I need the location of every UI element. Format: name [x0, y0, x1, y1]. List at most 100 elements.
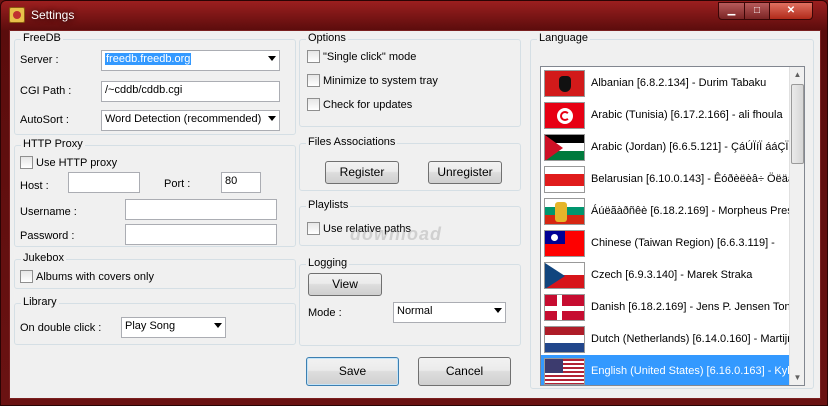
freedb-group: FreeDB Server : freedb.freedb.org CGI Pa… — [14, 32, 296, 135]
checkbox-box — [307, 222, 320, 235]
language-item[interactable]: Áúëãàðñêè [6.18.2.169] - Morpheus Presc — [541, 195, 798, 227]
double-click-value: Play Song — [125, 320, 176, 332]
host-label: Host : — [20, 180, 49, 192]
autosort-value: Word Detection (recommended) — [105, 113, 262, 125]
language-item-label: Czech [6.9.3.140] - Marek Straka — [591, 269, 753, 281]
view-log-button[interactable]: View — [308, 273, 382, 296]
single-click-mode-checkbox[interactable]: "Single click" mode — [307, 50, 416, 63]
options-group: Options "Single click" mode Minimize to … — [299, 32, 521, 127]
language-item[interactable]: Czech [6.9.3.140] - Marek Straka — [541, 259, 791, 291]
language-item[interactable]: Chinese (Taiwan Region) [6.6.3.119] - — [541, 227, 791, 259]
username-input[interactable] — [125, 199, 277, 220]
port-label: Port : — [164, 178, 191, 190]
minimize-to-tray-checkbox[interactable]: Minimize to system tray — [307, 74, 438, 87]
checkbox-box — [307, 74, 320, 87]
cancel-button[interactable]: Cancel — [418, 357, 511, 386]
language-item-label: English (United States) [6.16.0.163] - K… — [591, 365, 796, 377]
jukebox-group: Jukebox Albums with covers only — [14, 252, 296, 289]
jukebox-title: Jukebox — [21, 252, 66, 264]
flag-denmark-icon — [544, 293, 585, 321]
library-group: Library On double click : Play Song — [14, 296, 296, 345]
minimize-to-tray-label: Minimize to system tray — [323, 74, 438, 87]
window-title: Settings — [31, 8, 75, 22]
minimize-button[interactable]: ▁ — [718, 2, 745, 20]
language-item-label: Áúëãàðñêè [6.18.2.169] - Morpheus Presc — [591, 205, 799, 217]
chevron-down-icon — [494, 308, 502, 313]
settings-window: Settings ▁ □ ✕ FreeDB Server : freedb.fr… — [0, 0, 828, 406]
files-associations-title: Files Associations — [306, 136, 398, 148]
title-bar[interactable]: Settings ▁ □ ✕ — [1, 1, 828, 31]
server-value: freedb.freedb.org — [105, 53, 192, 65]
autosort-label: AutoSort : — [20, 114, 69, 126]
flag-czech-icon — [544, 261, 585, 289]
flag-tunisia-icon — [544, 101, 585, 129]
port-input[interactable]: 80 — [221, 172, 261, 193]
single-click-mode-label: "Single click" mode — [323, 50, 417, 63]
language-item-label: Danish [6.18.2.169] - Jens P. Jensen Ton… — [591, 301, 797, 313]
checkbox-box — [20, 156, 33, 169]
flag-belarus-icon — [544, 165, 585, 193]
use-http-proxy-label: Use HTTP proxy — [36, 156, 118, 169]
language-list[interactable]: Albanian [6.8.2.134] - Durim Tabaku Arabi… — [540, 66, 805, 386]
cgi-path-label: CGI Path : — [20, 85, 72, 97]
language-item[interactable]: English (United States) [6.16.0.163] - K… — [541, 355, 796, 385]
flag-taiwan-icon — [544, 229, 585, 257]
language-item-label: Dutch (Netherlands) [6.14.0.160] - Marti… — [591, 333, 794, 345]
host-input[interactable] — [68, 172, 140, 193]
scroll-thumb[interactable] — [791, 84, 804, 164]
language-item-label: Chinese (Taiwan Region) [6.6.3.119] - — [591, 237, 775, 249]
language-item[interactable]: Belarusian [6.10.0.143] - Êóðèëèâ÷ Öëäà — [541, 163, 794, 195]
logging-title: Logging — [306, 257, 350, 269]
language-item[interactable]: Arabic (Jordan) [6.6.5.121] - ÇáÚÏíÏ ááÇ… — [541, 131, 795, 163]
language-item[interactable]: Arabic (Tunisia) [6.17.2.166] - ali fhou… — [541, 99, 791, 131]
logging-mode-select[interactable]: Normal — [393, 302, 506, 323]
logging-group: Logging View Mode : Normal — [299, 257, 521, 346]
albums-with-covers-label: Albums with covers only — [36, 270, 154, 283]
double-click-select[interactable]: Play Song — [121, 317, 226, 338]
http-proxy-title: HTTP Proxy — [21, 138, 85, 150]
flag-bulgaria-icon — [544, 197, 585, 225]
chevron-down-icon — [214, 323, 222, 328]
language-item[interactable]: Albanian [6.8.2.134] - Durim Tabaku — [541, 67, 791, 99]
checkbox-box — [307, 50, 320, 63]
language-item-label: Arabic (Jordan) [6.6.5.121] - ÇáÚÏíÏ ááÇ… — [591, 141, 795, 153]
server-label: Server : — [20, 54, 59, 66]
files-associations-group: Files Associations Register Unregister — [299, 136, 521, 191]
maximize-button[interactable]: □ — [744, 2, 770, 20]
playlists-title: Playlists — [306, 199, 351, 211]
server-combobox[interactable]: freedb.freedb.org — [101, 50, 280, 71]
checkbox-box — [307, 98, 320, 111]
flag-albania-icon — [544, 69, 585, 97]
dialog-body: FreeDB Server : freedb.freedb.org CGI Pa… — [9, 30, 821, 399]
watermark: download — [350, 224, 442, 244]
check-for-updates-label: Check for updates — [323, 98, 413, 111]
cgi-path-input[interactable]: /~cddb/cddb.cgi — [101, 81, 280, 102]
register-button[interactable]: Register — [325, 161, 399, 184]
use-http-proxy-checkbox[interactable]: Use HTTP proxy — [20, 156, 117, 169]
close-button[interactable]: ✕ — [769, 2, 813, 20]
autosort-select[interactable]: Word Detection (recommended) — [101, 110, 280, 131]
language-item[interactable]: Dutch (Netherlands) [6.14.0.160] - Marti… — [541, 323, 794, 355]
checkbox-box — [20, 270, 33, 283]
chevron-down-icon — [268, 56, 276, 61]
language-item-label: Belarusian [6.10.0.143] - Êóðèëèâ÷ Öëäà — [591, 173, 794, 185]
scroll-down-icon[interactable]: ▼ — [790, 370, 804, 385]
scroll-up-icon[interactable]: ▲ — [790, 67, 804, 82]
username-label: Username : — [20, 206, 77, 218]
password-label: Password : — [20, 230, 75, 242]
flag-usa-icon — [544, 357, 585, 385]
password-input[interactable] — [125, 224, 277, 245]
mode-label: Mode : — [308, 307, 342, 319]
save-button[interactable]: Save — [306, 357, 399, 386]
chevron-down-icon — [268, 116, 276, 121]
albums-with-covers-checkbox[interactable]: Albums with covers only — [20, 270, 154, 283]
unregister-button[interactable]: Unregister — [428, 161, 502, 184]
library-title: Library — [21, 296, 59, 308]
check-for-updates-checkbox[interactable]: Check for updates — [307, 98, 412, 111]
logging-mode-value: Normal — [397, 305, 433, 317]
language-item[interactable]: Danish [6.18.2.169] - Jens P. Jensen Ton… — [541, 291, 797, 323]
freedb-title: FreeDB — [21, 32, 63, 44]
on-double-click-label: On double click : — [20, 322, 102, 334]
language-scrollbar[interactable]: ▲ ▼ — [789, 67, 804, 385]
flag-netherlands-icon — [544, 325, 585, 353]
